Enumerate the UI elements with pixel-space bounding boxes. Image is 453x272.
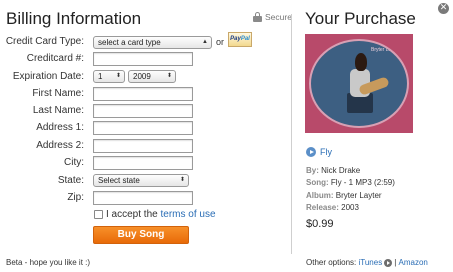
amazon-link[interactable]: Amazon xyxy=(399,258,428,267)
itunes-link[interactable]: iTunes xyxy=(358,258,382,267)
album-row: Album: Bryter Layter xyxy=(306,191,382,200)
terms-text: I accept the terms of use xyxy=(106,209,216,220)
release-row: Release: 2003 xyxy=(306,203,359,212)
card-number-input[interactable] xyxy=(93,52,193,66)
exp-year-value: 2009 xyxy=(133,72,151,81)
play-icon[interactable] xyxy=(306,147,316,157)
accept-prefix: I accept the xyxy=(106,209,161,220)
album-cover: Bryter Layter xyxy=(305,34,413,133)
card-type-value: select a card type xyxy=(98,38,161,47)
state-value: Select state xyxy=(98,176,140,185)
options-separator: | xyxy=(394,258,397,267)
album-cover-text: Bryter Layter xyxy=(371,47,400,53)
select-arrow-icon: ⬍ xyxy=(179,177,185,183)
or-label: or xyxy=(216,37,225,47)
buy-song-button[interactable]: Buy Song xyxy=(93,226,189,244)
city-input[interactable] xyxy=(93,156,193,170)
song-key: Song: xyxy=(306,178,329,187)
paypal-button[interactable]: PayPal xyxy=(228,32,252,47)
select-arrow-icon: ⬍ xyxy=(115,73,121,79)
checkout-dialog: Billing Information Secure ✕ Credit Card… xyxy=(0,0,453,272)
column-divider xyxy=(291,14,292,254)
select-arrow-icon: ⬍ xyxy=(166,73,172,79)
address2-label: Address 2: xyxy=(36,140,84,151)
exp-month-value: 1 xyxy=(98,72,103,81)
song-row: Song: Fly - 1 MP3 (2:59) xyxy=(306,178,395,187)
card-type-select[interactable]: select a card type ▲ xyxy=(93,36,212,49)
terms-link[interactable]: terms of use xyxy=(160,209,215,220)
other-options-label: Other options: xyxy=(306,258,357,267)
release-value: 2003 xyxy=(341,203,359,212)
zip-label: Zip: xyxy=(67,192,84,203)
secure-indicator: Secure xyxy=(253,12,292,22)
secure-label: Secure xyxy=(265,12,292,22)
arrow-right-icon[interactable] xyxy=(384,258,393,267)
artist-row: By: Nick Drake xyxy=(306,166,360,175)
first-name-input[interactable] xyxy=(93,87,193,101)
select-arrow-icon: ▲ xyxy=(202,39,208,45)
paypal-logo-pal: Pal xyxy=(240,36,250,42)
last-name-label: Last Name: xyxy=(32,105,84,116)
city-label: City: xyxy=(64,157,84,168)
address2-input[interactable] xyxy=(93,139,193,153)
terms-checkbox[interactable] xyxy=(94,210,103,219)
exp-month-select[interactable]: 1 ⬍ xyxy=(93,70,125,83)
song-value: Fly - 1 MP3 (2:59) xyxy=(330,178,395,187)
purchase-title: Your Purchase xyxy=(305,9,416,28)
paypal-logo-pay: Pay xyxy=(230,36,241,42)
exp-year-select[interactable]: 2009 ⬍ xyxy=(128,70,176,83)
price: $0.99 xyxy=(306,218,334,230)
by-key: By: xyxy=(306,166,319,175)
lock-icon xyxy=(253,12,262,22)
billing-title: Billing Information xyxy=(6,9,142,28)
address1-label: Address 1: xyxy=(36,122,84,133)
first-name-label: First Name: xyxy=(32,88,84,99)
song-preview-link[interactable]: Fly xyxy=(320,147,332,157)
close-icon[interactable]: ✕ xyxy=(438,3,449,14)
card-number-label: Creditcard #: xyxy=(26,53,84,64)
zip-input[interactable] xyxy=(93,191,193,205)
release-key: Release: xyxy=(306,203,339,212)
card-type-label: Credit Card Type: xyxy=(5,36,84,47)
beta-note: Beta - hope you like it :) xyxy=(6,258,91,267)
address1-input[interactable] xyxy=(93,121,193,135)
last-name-input[interactable] xyxy=(93,104,193,118)
album-value: Bryter Layter xyxy=(335,191,382,200)
album-key: Album: xyxy=(306,191,334,200)
preview-row[interactable]: Fly xyxy=(306,147,332,157)
other-options: Other options: iTunes | Amazon xyxy=(306,258,428,267)
expiration-label: Expiration Date: xyxy=(12,71,84,82)
state-label: State: xyxy=(57,175,84,186)
state-select[interactable]: Select state ⬍ xyxy=(93,174,189,187)
by-value: Nick Drake xyxy=(321,166,361,175)
